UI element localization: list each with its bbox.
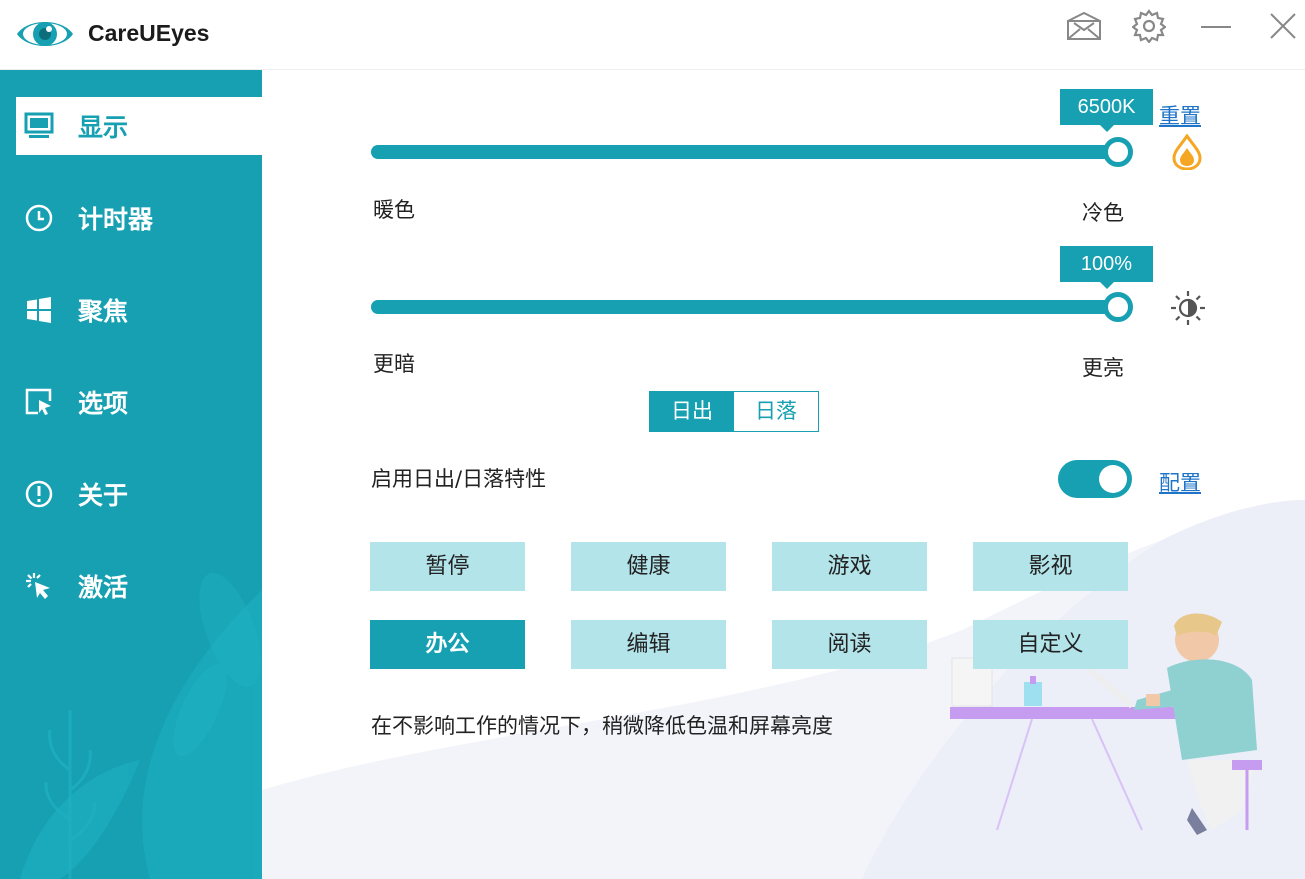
darker-label: 更暗 xyxy=(373,352,415,376)
display-panel: 6500K 重置 暖色 冷色 100% 更暗 更亮 日出 日落 启用日出/日落特… xyxy=(262,70,1305,879)
sunrise-sunset-toggle[interactable] xyxy=(1058,460,1132,498)
tab-sunrise[interactable]: 日出 xyxy=(650,392,734,431)
sunrise-sunset-tabs: 日出 日落 xyxy=(649,391,819,432)
brightness-value-badge: 100% xyxy=(1060,246,1153,289)
sidebar-item-label: 激活 xyxy=(78,573,129,602)
mode-health-button[interactable]: 健康 xyxy=(571,542,726,591)
sidebar-item-focus[interactable]: 聚焦 xyxy=(16,281,262,339)
slider-fill xyxy=(371,300,1118,314)
mode-pause-button[interactable]: 暂停 xyxy=(370,542,525,591)
water-drop-icon xyxy=(1170,133,1204,171)
minimize-icon[interactable] xyxy=(1194,6,1238,46)
sidebar: 显示 计时器 聚焦 选项 关于 激活 xyxy=(0,70,262,879)
sidebar-item-activate[interactable]: 激活 xyxy=(16,557,262,615)
careueyes-window: CareUEyes 显示 计时器 聚焦 选项 关于 激活 6500K 重置 暖色… xyxy=(0,0,1305,879)
app-title: CareUEyes xyxy=(88,20,210,46)
click-sparkle-icon xyxy=(22,569,56,603)
sidebar-item-options[interactable]: 选项 xyxy=(16,373,262,431)
slider-thumb[interactable] xyxy=(1103,292,1133,322)
clock-icon xyxy=(22,201,56,235)
color-temperature-value-badge: 6500K xyxy=(1060,89,1153,132)
sidebar-item-label: 显示 xyxy=(78,113,129,142)
sidebar-item-label: 计时器 xyxy=(78,205,154,234)
sidebar-item-label: 聚焦 xyxy=(78,297,129,326)
close-icon[interactable] xyxy=(1261,6,1305,46)
slider-fill xyxy=(371,145,1118,159)
color-temperature-slider[interactable] xyxy=(371,137,1133,167)
title-bar: CareUEyes xyxy=(0,0,1305,70)
mode-game-button[interactable]: 游戏 xyxy=(772,542,927,591)
cool-label: 冷色 xyxy=(1082,201,1124,225)
info-icon xyxy=(22,477,56,511)
slider-thumb[interactable] xyxy=(1103,137,1133,167)
mode-editing-button[interactable]: 编辑 xyxy=(571,620,726,669)
monitor-icon xyxy=(22,109,56,143)
windows-icon xyxy=(22,293,56,327)
cursor-window-icon xyxy=(22,385,56,419)
sidebar-item-label: 关于 xyxy=(78,481,129,510)
sidebar-item-timer[interactable]: 计时器 xyxy=(16,189,262,247)
mode-movie-button[interactable]: 影视 xyxy=(973,542,1128,591)
sunrise-sunset-feature-label: 启用日出/日落特性 xyxy=(371,467,547,491)
toggle-knob xyxy=(1099,465,1127,493)
mail-icon[interactable] xyxy=(1062,6,1106,46)
sidebar-item-label: 选项 xyxy=(78,389,129,418)
settings-gear-icon[interactable] xyxy=(1127,6,1171,46)
mode-reading-button[interactable]: 阅读 xyxy=(772,620,927,669)
eye-icon xyxy=(14,12,76,56)
config-link[interactable]: 配置 xyxy=(1159,467,1201,497)
mode-description: 在不影响工作的情况下，稍微降低色温和屏幕亮度 xyxy=(371,714,833,738)
warm-label: 暖色 xyxy=(373,198,415,222)
brighter-label: 更亮 xyxy=(1082,356,1124,380)
tab-sunset[interactable]: 日落 xyxy=(734,392,818,431)
sidebar-item-display[interactable]: 显示 xyxy=(16,97,262,155)
mode-office-button[interactable]: 办公 xyxy=(370,620,525,669)
mode-custom-button[interactable]: 自定义 xyxy=(973,620,1128,669)
brightness-slider[interactable] xyxy=(371,292,1133,322)
brightness-sun-icon xyxy=(1170,290,1206,326)
reset-link[interactable]: 重置 xyxy=(1159,100,1201,130)
sidebar-item-about[interactable]: 关于 xyxy=(16,465,262,523)
